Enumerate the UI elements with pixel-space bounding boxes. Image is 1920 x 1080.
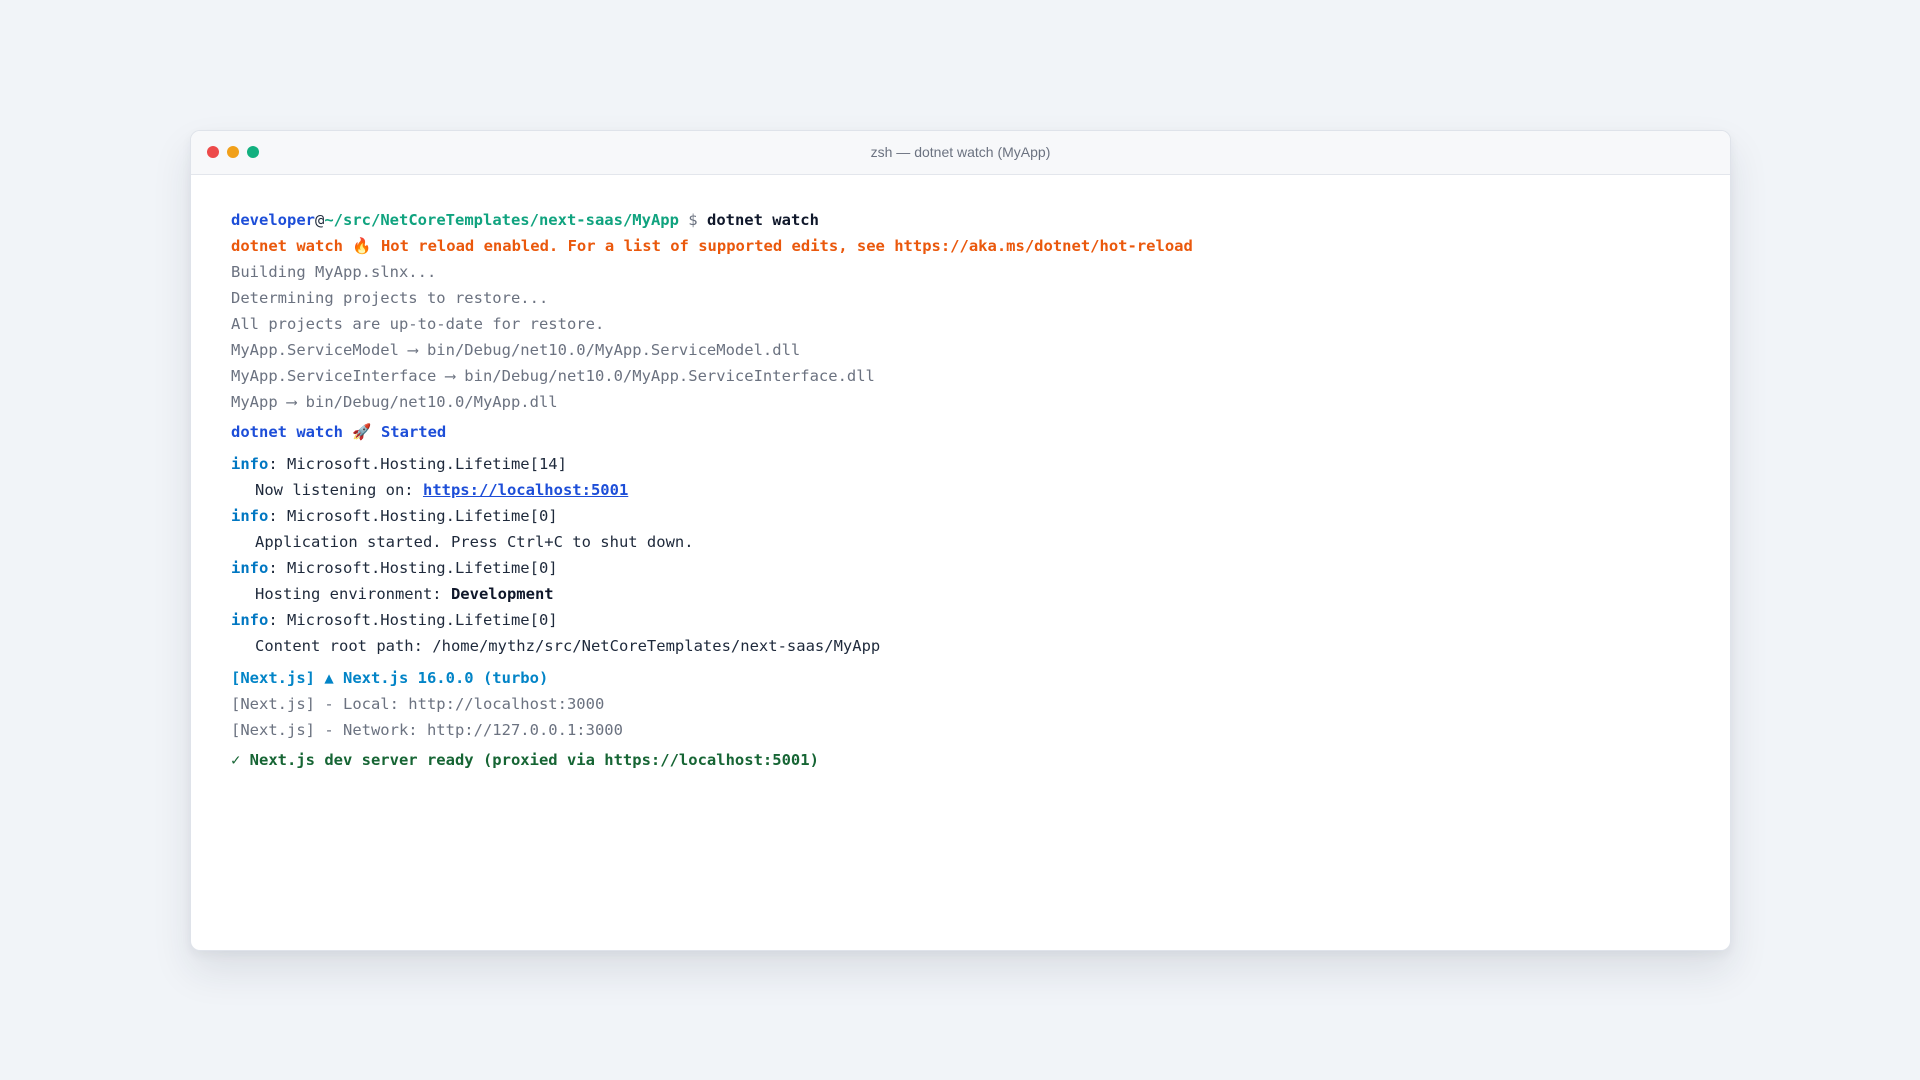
- log-level: info: [231, 559, 269, 577]
- prompt-command: dotnet watch: [706, 211, 819, 229]
- build-line: Determining projects to restore...: [231, 289, 549, 307]
- window-title: zsh — dotnet watch (MyApp): [870, 144, 1051, 160]
- ready-line: ✓ Next.js dev server ready (proxied via …: [231, 751, 819, 769]
- nextjs-header: [Next.js] ▲ Next.js 16.0.0 (turbo): [231, 669, 549, 687]
- terminal-window: zsh — dotnet watch (MyApp) developer@~/s…: [190, 130, 1731, 951]
- log-message: Content root path: /home/mythz/src/NetCo…: [255, 637, 881, 655]
- prompt-at: @: [315, 211, 325, 229]
- log-entry-header: info: Microsoft.Hosting.Lifetime[0]: [231, 503, 1690, 529]
- hot-reload-line: dotnet watch 🔥 Hot reload enabled. For a…: [231, 237, 1193, 255]
- terminal-output[interactable]: developer@~/src/NetCoreTemplates/next-sa…: [191, 175, 1730, 773]
- localhost-link[interactable]: https://localhost:5001: [423, 481, 628, 499]
- log-message-prefix: Now listening on:: [255, 481, 423, 499]
- build-line: MyApp.ServiceInterface ⟶ bin/Debug/net10…: [231, 367, 875, 385]
- prompt-line: developer@~/src/NetCoreTemplates/next-sa…: [231, 207, 1690, 233]
- build-line: All projects are up-to-date for restore.: [231, 315, 605, 333]
- log-source: : Microsoft.Hosting.Lifetime[14]: [268, 455, 567, 473]
- log-level: info: [231, 507, 269, 525]
- log-level: info: [231, 455, 269, 473]
- prompt-symbol: $: [688, 211, 698, 229]
- build-line: Building MyApp.slnx...: [231, 263, 437, 281]
- log-message: Application started. Press Ctrl+C to shu…: [255, 533, 694, 551]
- log-entry-header: info: Microsoft.Hosting.Lifetime[14]: [231, 451, 1690, 477]
- log-source: : Microsoft.Hosting.Lifetime[0]: [268, 559, 558, 577]
- nextjs-local: [Next.js] - Local: http://localhost:3000: [231, 695, 605, 713]
- log-message: Hosting environment: Development: [231, 581, 1690, 607]
- prompt-user: developer: [231, 211, 315, 229]
- log-entry-header: info: Microsoft.Hosting.Lifetime[0]: [231, 555, 1690, 581]
- nextjs-network: [Next.js] - Network: http://127.0.0.1:30…: [231, 721, 623, 739]
- log-message: Now listening on: https://localhost:5001: [231, 477, 1690, 503]
- build-line: MyApp ⟶ bin/Debug/net10.0/MyApp.dll: [231, 393, 558, 411]
- log-source: : Microsoft.Hosting.Lifetime[0]: [268, 611, 558, 629]
- started-line: dotnet watch 🚀 Started: [231, 423, 447, 441]
- build-line: MyApp.ServiceModel ⟶ bin/Debug/net10.0/M…: [231, 341, 801, 359]
- environment-value: Development: [450, 585, 554, 603]
- log-level: info: [231, 611, 269, 629]
- log-source: : Microsoft.Hosting.Lifetime[0]: [268, 507, 558, 525]
- title-bar: zsh — dotnet watch (MyApp): [191, 131, 1730, 175]
- log-entry-header: info: Microsoft.Hosting.Lifetime[0]: [231, 607, 1690, 633]
- log-message-prefix: Hosting environment:: [255, 585, 451, 603]
- prompt-path: ~/src/NetCoreTemplates/next-saas/MyApp: [324, 211, 679, 229]
